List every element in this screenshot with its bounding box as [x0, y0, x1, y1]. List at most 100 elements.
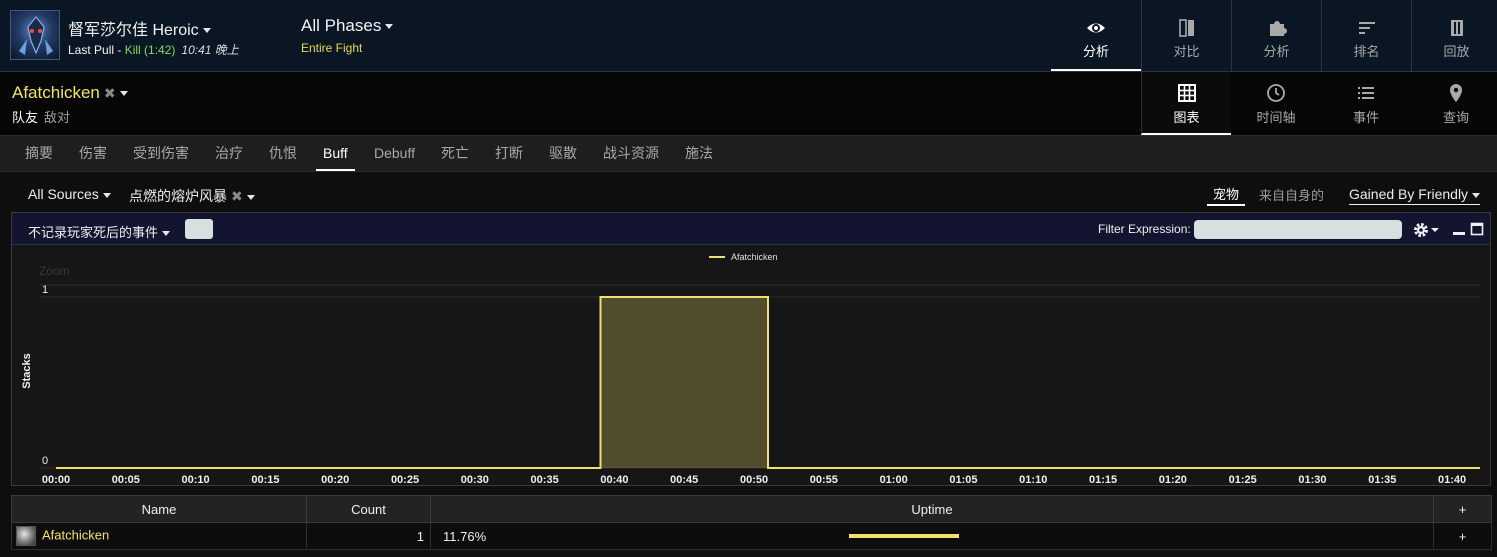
series-layer	[56, 296, 1480, 469]
gained-by-label: Gained By Friendly	[1349, 186, 1469, 202]
top-tab-label: 分析	[1082, 44, 1109, 59]
puzzle-icon	[1270, 21, 1287, 36]
tab-dispels[interactable]: 驱散	[549, 136, 577, 171]
player-header: Afatchicken ✖ 队友 敌对 图表 时间轴 事件 查询	[0, 72, 1497, 136]
maximize-icon	[1470, 222, 1484, 236]
self-toggle[interactable]: 来自自身的	[1259, 185, 1324, 204]
chevron-down-icon	[1472, 192, 1481, 198]
tab-buffs[interactable]: Buff	[316, 136, 355, 171]
settings-button[interactable]	[1412, 221, 1442, 239]
death-filter-label: 不记录玩家死后的事件	[28, 225, 159, 240]
sub-tab-events[interactable]: 事件	[1321, 72, 1411, 135]
x-tick-label: 00:50	[740, 474, 768, 485]
y-axis-ticks: 01	[42, 284, 48, 467]
team-toggle: 队友 敌对	[12, 107, 70, 126]
tab-debuffs[interactable]: Debuff	[374, 136, 415, 171]
pull-info: Last Pull - Kill (1:42) 10:41 晚上	[68, 41, 239, 58]
chart-panel: 不记录玩家死后的事件 Filter Expression: Zoom Afatc…	[11, 212, 1491, 486]
row-expand-button[interactable]: +	[1433, 522, 1492, 550]
column-header-count[interactable]: Count	[306, 495, 431, 523]
tab-damage-done[interactable]: 伤害	[79, 136, 107, 171]
fight-range[interactable]: Entire Fight	[301, 41, 362, 55]
buff-stacks-chart[interactable]: Zoom Afatchicken Stacks 01 00:00 00:05 00:…	[12, 246, 1490, 485]
x-tick-label: 01:40	[1438, 474, 1466, 485]
top-tab-puzzle[interactable]: 分析	[1231, 0, 1321, 71]
x-tick-label: 00:45	[670, 474, 698, 485]
clear-icon[interactable]: ✖	[231, 188, 243, 204]
toggle-switch[interactable]	[185, 219, 213, 239]
top-tab-analysis[interactable]: 分析	[1051, 0, 1141, 71]
zoom-label[interactable]: Zoom	[39, 264, 70, 278]
table-header-row: Name Count Uptime +	[11, 495, 1492, 523]
boss-selector[interactable]: 督军莎尔佳 Heroic	[68, 16, 211, 40]
y-tick-label: 1	[42, 284, 48, 296]
sub-tab-charts[interactable]: 图表	[1141, 72, 1231, 135]
top-tab-compare[interactable]: 对比	[1141, 0, 1231, 71]
sub-tab-query[interactable]: 查询	[1411, 72, 1497, 135]
top-tab-rankings[interactable]: 排名	[1321, 0, 1411, 71]
friendly-toggle[interactable]: 队友	[12, 110, 38, 125]
phase-selector[interactable]: All Phases	[301, 16, 394, 36]
x-tick-label: 00:20	[321, 474, 349, 485]
tab-threat[interactable]: 仇恨	[269, 136, 297, 171]
chevron-down-icon	[385, 24, 394, 30]
sources-dropdown[interactable]: All Sources	[28, 186, 111, 202]
pets-toggle[interactable]: 宠物	[1207, 184, 1246, 206]
tab-casts[interactable]: 施法	[685, 136, 713, 171]
aura-dropdown[interactable]: 点燃的熔炉风暴 ✖	[129, 186, 255, 206]
chevron-down-icon	[202, 28, 211, 34]
boss-avatar[interactable]	[10, 10, 60, 60]
sub-tab-timeline[interactable]: 时间轴	[1231, 72, 1321, 135]
player-selector[interactable]: Afatchicken ✖	[12, 83, 128, 103]
gained-by-dropdown[interactable]: Gained By Friendly	[1349, 186, 1481, 205]
x-axis-ticks: 00:00 00:05 00:10 00:15 00:20 00:25 00:30 00:35…	[42, 474, 1466, 485]
column-header-name[interactable]: Name	[11, 495, 307, 523]
row-name[interactable]: Afatchicken	[42, 527, 109, 542]
x-tick-label: 00:25	[391, 474, 419, 485]
sub-tab-label: 查询	[1442, 110, 1469, 125]
tab-deaths[interactable]: 死亡	[441, 136, 469, 171]
eye-icon	[1087, 23, 1105, 33]
x-tick-label: 01:35	[1368, 474, 1396, 485]
replay-icon	[1451, 20, 1463, 36]
enemy-toggle[interactable]: 敌对	[44, 110, 70, 125]
x-tick-label: 01:00	[880, 474, 908, 485]
list-icon	[1358, 87, 1374, 99]
sub-tab-label: 时间轴	[1256, 110, 1296, 125]
chevron-down-icon	[162, 231, 171, 237]
tab-interrupts[interactable]: 打断	[495, 136, 523, 171]
y-tick-label: 0	[42, 455, 48, 467]
tab-healing[interactable]: 治疗	[215, 136, 243, 171]
top-tab-label: 回放	[1443, 44, 1470, 59]
y-axis-title: Stacks	[21, 353, 33, 388]
maximize-button[interactable]	[1470, 221, 1484, 237]
filter-row: All Sources 点燃的熔炉风暴 ✖ 宠物 来自自身的 Gained By …	[0, 172, 1497, 212]
minimize-button[interactable]	[1452, 221, 1466, 237]
column-header-uptime[interactable]: Uptime	[430, 495, 1434, 523]
death-filter-dropdown[interactable]: 不记录玩家死后的事件	[28, 222, 171, 241]
x-tick-label: 00:55	[810, 474, 838, 485]
top-tab-label: 排名	[1353, 44, 1380, 59]
row-count: 1	[306, 522, 431, 550]
clear-icon[interactable]: ✖	[104, 85, 116, 101]
add-column-button[interactable]: +	[1433, 495, 1492, 523]
row-name-cell[interactable]: Afatchicken	[11, 522, 307, 550]
ranking-icon	[1359, 22, 1375, 34]
x-tick-label: 01:15	[1089, 474, 1117, 485]
tab-resources[interactable]: 战斗资源	[603, 136, 659, 171]
chevron-down-icon	[119, 91, 128, 97]
filter-expression-input[interactable]	[1194, 220, 1402, 239]
last-pull-label: Last Pull -	[68, 43, 125, 57]
minimize-icon	[1453, 232, 1465, 235]
tab-summary[interactable]: 摘要	[25, 136, 53, 171]
pull-time: 10:41 晚上	[181, 43, 239, 57]
row-uptime-percent: 11.76%	[443, 529, 487, 544]
table-row[interactable]: Afatchicken 1 11.76% +	[11, 522, 1492, 550]
top-tab-replay[interactable]: 回放	[1411, 0, 1497, 71]
sub-tab-label: 事件	[1352, 110, 1379, 125]
view-tabs: 摘要 伤害 受到伤害 治疗 仇恨 Buff Debuff 死亡 打断 驱散 战斗…	[0, 136, 1497, 172]
aura-label: 点燃的熔炉风暴	[129, 188, 227, 204]
series-line	[56, 296, 1480, 469]
tab-damage-taken[interactable]: 受到伤害	[133, 136, 189, 171]
top-header: 督军莎尔佳 Heroic Last Pull - Kill (1:42) 10:4…	[0, 0, 1497, 72]
